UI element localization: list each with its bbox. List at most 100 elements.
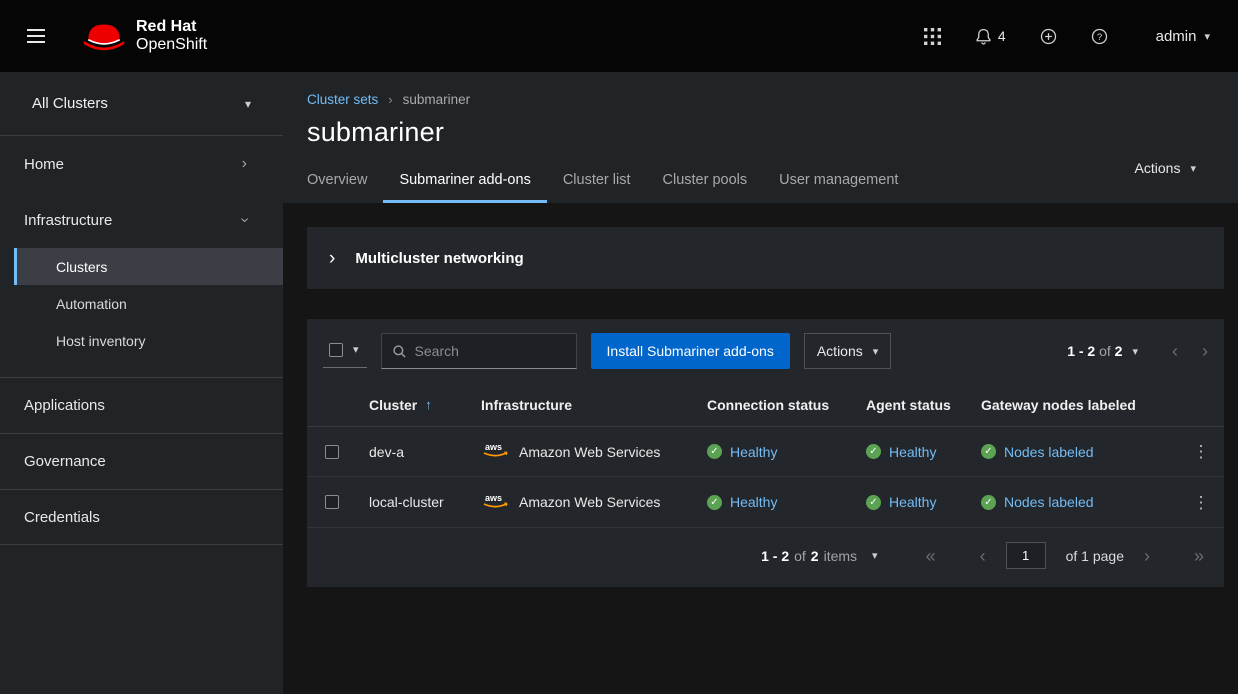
current-page-input[interactable]	[1006, 542, 1046, 569]
tab-submariner-add-ons[interactable]: Submariner add-ons	[383, 162, 546, 203]
multicluster-networking-card: Multicluster networking	[307, 227, 1224, 289]
table-row-local-cluster: local-cluster aws Amazon Web Services	[307, 477, 1224, 527]
page-count-label: of 1 page	[1066, 548, 1124, 564]
sidebar-item-host-inventory[interactable]: Host inventory	[14, 322, 283, 359]
cluster-switcher-label: All Clusters	[32, 95, 108, 112]
brand-product: OpenShift	[136, 36, 207, 54]
row-kebab-menu-button[interactable]	[1185, 490, 1218, 515]
pagination-range: 1 - 2	[1067, 343, 1095, 359]
tab-cluster-list[interactable]: Cluster list	[547, 162, 647, 203]
tab-user-management[interactable]: User management	[763, 162, 914, 203]
nodes-labeled-link[interactable]: Nodes labeled	[1004, 494, 1094, 510]
row-kebab-menu-button[interactable]	[1185, 439, 1218, 464]
sidebar-item-infrastructure[interactable]: Infrastructure	[0, 192, 283, 248]
infrastructure-subnav: Clusters Automation Host inventory	[14, 248, 283, 359]
gateway-nodes-cell: Nodes labeled	[969, 444, 1178, 460]
pagination-top: 1 - 2 of 2	[1067, 342, 1208, 360]
masthead: Red Hat OpenShift 4	[0, 0, 1238, 72]
networking-card-title: Multicluster networking	[355, 250, 523, 267]
submariner-table-card: Install Submariner add-ons Actions 1 - 2…	[307, 319, 1224, 587]
prev-page-button[interactable]	[1172, 342, 1178, 360]
notifications-button[interactable]: 4	[975, 28, 1006, 45]
help-button[interactable]: ?	[1091, 28, 1108, 45]
nodes-labeled-check-icon	[981, 495, 996, 510]
pagination-controls: of 1 page	[926, 542, 1204, 569]
column-header-cluster[interactable]: Cluster	[357, 397, 469, 413]
chevron-down-icon	[1204, 30, 1210, 43]
row-checkbox[interactable]	[325, 445, 339, 459]
breadcrumb-cluster-sets-link[interactable]: Cluster sets	[307, 92, 378, 107]
next-page-button[interactable]	[1144, 547, 1150, 565]
pagination-bottom: 1 - 2 of 2 items of 1 page	[307, 527, 1224, 587]
add-resource-button[interactable]	[1040, 28, 1057, 45]
sidebar-item-credentials[interactable]: Credentials	[0, 489, 283, 545]
table-row-dev-a: dev-a aws Amazon Web Services	[307, 427, 1224, 477]
connection-status-link[interactable]: Healthy	[730, 444, 777, 460]
pagination-total: 2	[1115, 343, 1123, 359]
pagination-menu-caret-icon[interactable]	[1132, 345, 1138, 358]
select-all-checkbox[interactable]	[329, 343, 343, 357]
caret-down-icon	[245, 97, 251, 111]
connection-status-link[interactable]: Healthy	[730, 494, 777, 510]
agent-status-link[interactable]: Healthy	[889, 494, 936, 510]
cluster-name: local-cluster	[357, 494, 469, 510]
page-actions-dropdown[interactable]: Actions	[1135, 160, 1196, 176]
svg-text:aws: aws	[485, 493, 502, 503]
next-page-button[interactable]	[1202, 342, 1208, 360]
chevron-down-icon	[242, 211, 247, 229]
sidebar-item-clusters[interactable]: Clusters	[14, 248, 283, 285]
nodes-labeled-link[interactable]: Nodes labeled	[1004, 444, 1094, 460]
healthy-check-icon	[866, 444, 881, 459]
first-page-button[interactable]	[926, 547, 936, 565]
connection-status-cell: Healthy	[695, 444, 854, 460]
gateway-nodes-cell: Nodes labeled	[969, 494, 1178, 510]
install-submariner-add-ons-button[interactable]: Install Submariner add-ons	[591, 333, 790, 369]
per-page-caret-icon	[872, 549, 878, 562]
tab-cluster-pools[interactable]: Cluster pools	[647, 162, 764, 203]
nodes-labeled-check-icon	[981, 444, 996, 459]
sidebar-group-infrastructure: Infrastructure Clusters Automation Host …	[0, 192, 283, 359]
row-checkbox[interactable]	[325, 495, 339, 509]
plus-circle-icon	[1040, 28, 1057, 45]
search-input[interactable]	[415, 343, 566, 359]
caret-down-icon	[353, 343, 359, 356]
sidebar: All Clusters Home Infrastructure Cluster…	[0, 72, 283, 694]
sidebar-item-automation[interactable]: Automation	[14, 285, 283, 322]
sort-ascending-icon	[425, 397, 432, 412]
healthy-check-icon	[707, 444, 722, 459]
tab-overview[interactable]: Overview	[307, 162, 383, 203]
bell-icon	[975, 28, 992, 45]
redhat-hat-icon	[82, 19, 126, 54]
nav-toggle-button[interactable]	[16, 16, 56, 56]
healthy-check-icon	[866, 495, 881, 510]
search-box	[381, 333, 577, 369]
last-page-button[interactable]	[1194, 547, 1204, 565]
cluster-switcher-dropdown[interactable]: All Clusters	[0, 72, 283, 136]
app-launcher-button[interactable]	[924, 28, 941, 45]
infrastructure-cell: aws Amazon Web Services	[469, 440, 695, 463]
prev-page-button[interactable]	[980, 547, 986, 565]
chevron-right-icon	[242, 155, 247, 173]
pagination-summary[interactable]: 1 - 2 of 2 items	[761, 548, 877, 564]
page-body: Multicluster networking Ins	[283, 203, 1238, 694]
caret-down-icon	[873, 345, 879, 358]
username: admin	[1156, 28, 1197, 45]
bulk-select-dropdown[interactable]	[323, 335, 367, 368]
table-header-row: Cluster Infrastructure Connection status…	[307, 383, 1224, 427]
sidebar-item-home[interactable]: Home	[0, 136, 283, 192]
column-header-agent-status: Agent status	[854, 397, 969, 413]
user-menu[interactable]: admin	[1156, 28, 1210, 45]
agent-status-link[interactable]: Healthy	[889, 444, 936, 460]
agent-status-cell: Healthy	[854, 494, 969, 510]
healthy-check-icon	[707, 495, 722, 510]
cluster-name: dev-a	[357, 444, 469, 460]
svg-text:aws: aws	[485, 442, 502, 452]
tabs: Overview Submariner add-ons Cluster list…	[307, 162, 1214, 203]
redhat-openshift-logo: Red Hat OpenShift	[82, 18, 207, 54]
toolbar-actions-dropdown[interactable]: Actions	[804, 333, 891, 369]
sidebar-item-governance[interactable]: Governance	[0, 433, 283, 489]
submariner-addons-table: Cluster Infrastructure Connection status…	[307, 383, 1224, 527]
sidebar-item-applications[interactable]: Applications	[0, 377, 283, 433]
expand-toggle-chevron-icon[interactable]	[329, 249, 335, 268]
column-header-infrastructure: Infrastructure	[469, 397, 695, 413]
